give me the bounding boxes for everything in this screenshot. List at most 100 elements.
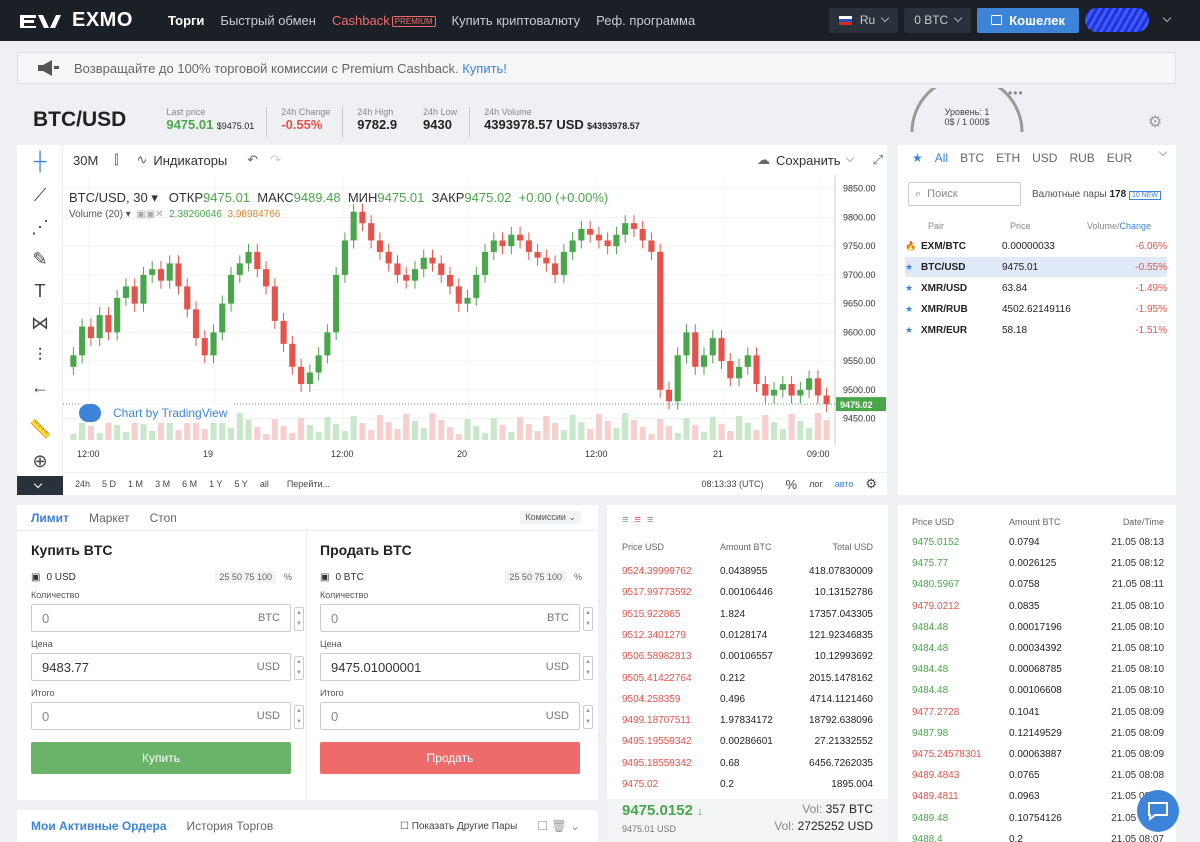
auto-toggle[interactable]: авто	[835, 479, 854, 489]
more-icon[interactable]: •••	[1008, 86, 1024, 100]
fullscreen-icon[interactable]: ⤢	[873, 152, 883, 168]
orderbook-row[interactable]: 9499.18707511 1.97834172 18792.638096	[622, 710, 873, 731]
tab-rub[interactable]: RUB	[1069, 151, 1094, 165]
pairs-search-input[interactable]: ⌕ Поиск	[908, 182, 1021, 206]
star-icon[interactable]: ★	[905, 304, 921, 315]
tab-active-orders[interactable]: Мои Активные Ордера	[31, 819, 167, 833]
tab-btc[interactable]: BTC	[960, 151, 984, 165]
nav-referral[interactable]: Реф. программа	[596, 13, 695, 28]
range-all[interactable]: all	[260, 479, 269, 489]
prediction-icon[interactable]: ⫶	[29, 345, 51, 367]
tab-all[interactable]: All	[935, 151, 948, 165]
log-toggle[interactable]: лог	[809, 479, 823, 489]
star-icon[interactable]: ★	[905, 325, 921, 336]
nav-quick-exchange[interactable]: Быстрый обмен	[220, 13, 316, 28]
orderbook-row[interactable]: 9515.922865 1.824 17357.043305	[622, 604, 873, 625]
stepper-icon[interactable]: ▲ ▼	[583, 607, 593, 631]
range-1m[interactable]: 1 M	[128, 479, 143, 489]
tab-usd[interactable]: USD	[1032, 151, 1057, 165]
orderbook-row[interactable]: 9495.18559342 0.68 6456.7262035	[622, 753, 873, 774]
buy-total-input[interactable]: 0 USD ▲ ▼	[31, 702, 304, 730]
pairs-col-price[interactable]: Price	[1010, 221, 1031, 231]
sell-price-input[interactable]: 9475.01000001 USD ▲ ▼	[320, 653, 593, 681]
stepper-icon[interactable]: ▲ ▼	[294, 656, 304, 680]
percent-toggle[interactable]: %	[786, 477, 798, 492]
range-3m[interactable]: 3 M	[155, 479, 170, 489]
favorites-star-icon[interactable]: ★	[912, 151, 923, 165]
orderbook-row[interactable]: 9505.41422764 0.212 2015.1478162	[622, 668, 873, 689]
pair-row[interactable]: 🔥 EXM/BTC 0.00000033 -6.06%	[905, 236, 1167, 256]
trend-line-icon[interactable]: ⟋	[29, 185, 51, 207]
goto-date-button[interactable]: Перейти...	[287, 479, 330, 489]
nav-buy-crypto[interactable]: Купить криптовалюту	[452, 13, 581, 28]
level-gauge[interactable]: Уровень: 1 0$ / 1 000$ •••	[908, 75, 1026, 138]
orderbook-row[interactable]: 9524.39999762 0.0438955 418.07830009	[622, 561, 873, 582]
candle-type-icon[interactable]: ⫿	[114, 152, 118, 168]
pairs-col-pair[interactable]: Pair	[928, 221, 944, 231]
ruler-icon[interactable]: 📏	[29, 419, 51, 441]
pair-row[interactable]: ★ XMR/USD 63.84 -1.49%	[905, 278, 1167, 298]
tab-eur[interactable]: EUR	[1107, 151, 1132, 165]
banner-buy-link[interactable]: Купить!	[462, 61, 507, 76]
stepper-icon[interactable]: ▲ ▼	[294, 607, 304, 631]
back-arrow-icon[interactable]: ←	[29, 377, 51, 399]
pair-row[interactable]: ★ XMR/RUB 4502.62149116 -1.95%	[905, 299, 1167, 319]
chat-support-button[interactable]	[1137, 790, 1179, 832]
range-1y[interactable]: 1 Y	[209, 479, 222, 489]
orderbook-view-icons[interactable]: ≡≡≡	[622, 514, 659, 526]
star-icon[interactable]: ★	[905, 262, 921, 273]
crosshair-icon[interactable]: ┼	[29, 151, 51, 173]
orderbook-row[interactable]: 9517.99773592 0.00106446 10.13152786	[622, 582, 873, 603]
pair-row[interactable]: ★ XMR/EUR 58.18 -1.51%	[905, 320, 1167, 340]
nav-trading[interactable]: Торги	[168, 13, 204, 28]
pair-row[interactable]: ★ BTC/USD 9475.01 -0.55%	[905, 257, 1167, 277]
brush-icon[interactable]: ✎	[29, 249, 51, 271]
buy-percent-options[interactable]: 25 50 75 100	[215, 571, 276, 583]
chevron-down-icon[interactable]	[845, 153, 854, 163]
tab-limit[interactable]: Лимит	[31, 511, 69, 525]
buy-quantity-input[interactable]: 0 BTC ▲ ▼	[31, 604, 304, 632]
fire-icon[interactable]: 🔥	[905, 241, 921, 252]
tabs-chevron-down-icon[interactable]	[1158, 147, 1168, 157]
indicators-button[interactable]: Индикаторы	[153, 153, 227, 168]
redo-icon[interactable]: ↷	[270, 152, 281, 168]
volume-legend-controls-icon[interactable]: ▣▣✕	[136, 209, 163, 220]
stepper-icon[interactable]: ▲ ▼	[583, 656, 593, 680]
range-5y[interactable]: 5 Y	[234, 479, 247, 489]
range-6m[interactable]: 6 M	[182, 479, 197, 489]
orderbook-row[interactable]: 9506.58982813 0.00106557 10.12993692	[622, 646, 873, 667]
user-menu-chevron-icon[interactable]	[1162, 13, 1172, 23]
nav-cashback[interactable]: Cashback PREMIUM	[332, 13, 436, 28]
zoom-in-icon[interactable]: ⊕	[29, 451, 51, 473]
tab-stop[interactable]: Стоп	[150, 511, 177, 525]
sell-percent-options[interactable]: 25 50 75 100	[505, 571, 566, 583]
pattern-icon[interactable]: ⋈	[29, 313, 51, 335]
tab-market[interactable]: Маркет	[89, 511, 130, 525]
tab-trade-history[interactable]: История Торгов	[187, 819, 274, 833]
orderbook-row[interactable]: 9495.19559342 0.00286601 27.21332552	[622, 731, 873, 752]
range-5d[interactable]: 5 D	[102, 479, 116, 489]
stepper-icon[interactable]: ▲ ▼	[583, 705, 593, 729]
sell-button[interactable]: Продать	[320, 742, 580, 774]
buy-price-input[interactable]: 9483.77 USD ▲ ▼	[31, 653, 304, 681]
user-avatar[interactable]	[1085, 8, 1149, 32]
settings-gear-icon[interactable]: ⚙	[1148, 112, 1162, 132]
sell-total-input[interactable]: 0 USD ▲ ▼	[320, 702, 593, 730]
tab-eth[interactable]: ETH	[996, 151, 1020, 165]
commission-button[interactable]: Комиссии ⌄	[520, 511, 581, 524]
star-icon[interactable]: ★	[905, 283, 921, 294]
wallet-button[interactable]: Кошелек	[977, 7, 1079, 33]
chart-settings-gear-icon[interactable]: ⚙	[865, 476, 877, 492]
fib-tool-icon[interactable]: ⋰	[29, 217, 51, 239]
orderbook-row[interactable]: 9504.258359 0.496 4714.1121460	[622, 689, 873, 710]
filter-controls-icon[interactable]: ☐ 🗑 ⌄	[537, 819, 580, 833]
language-select[interactable]: Ru	[828, 7, 899, 33]
pairs-col-volume-change[interactable]: Volume/Change	[1087, 221, 1151, 231]
balance-select[interactable]: 0 BTC	[904, 7, 972, 33]
show-other-pairs-checkbox[interactable]: ☐ Показать Другие Пары	[400, 821, 517, 832]
interval-select[interactable]: 30M	[73, 153, 98, 168]
exmo-logo[interactable]: EXMO	[18, 9, 168, 32]
stepper-icon[interactable]: ▲ ▼	[294, 705, 304, 729]
save-button[interactable]: Сохранить	[776, 153, 841, 168]
orderbook-row[interactable]: 9512.3401279 0.0128174 121.92346835	[622, 625, 873, 646]
